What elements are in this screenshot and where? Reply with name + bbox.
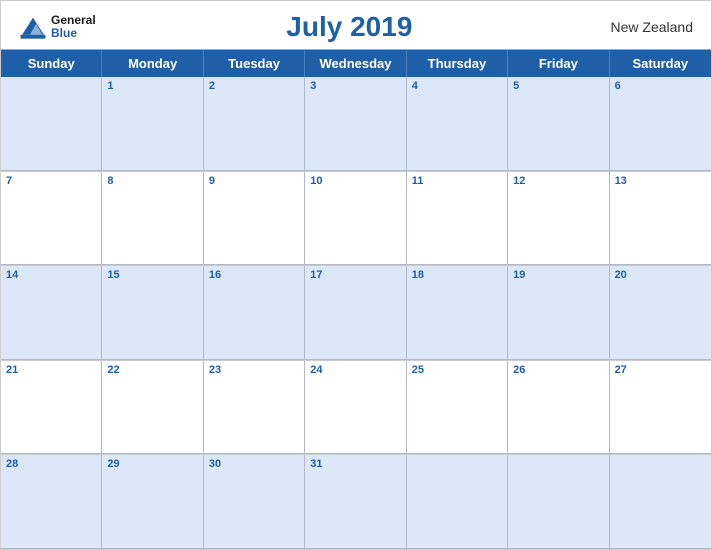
day-number: 4 (412, 80, 502, 92)
day-number: 30 (209, 458, 299, 470)
day-number: 11 (412, 175, 502, 187)
weeks-container: 1234567891011121314151617181920212223242… (1, 77, 711, 549)
day-number: 8 (107, 175, 197, 187)
calendar: General Blue July 2019 New Zealand Sunda… (0, 0, 712, 550)
day-cell: 9 (204, 172, 305, 266)
day-cell (1, 77, 102, 171)
day-cell: 16 (204, 266, 305, 360)
day-number: 28 (6, 458, 96, 470)
day-number: 21 (6, 364, 96, 376)
day-cell: 22 (102, 361, 203, 455)
day-cell: 1 (102, 77, 203, 171)
day-cell: 12 (508, 172, 609, 266)
day-cell: 15 (102, 266, 203, 360)
day-number: 26 (513, 364, 603, 376)
day-cell: 13 (610, 172, 711, 266)
day-cell: 19 (508, 266, 609, 360)
day-number: 3 (310, 80, 400, 92)
day-cell (508, 455, 609, 549)
day-number: 1 (107, 80, 197, 92)
day-cell: 24 (305, 361, 406, 455)
day-cell: 25 (407, 361, 508, 455)
day-headers-row: SundayMondayTuesdayWednesdayThursdayFrid… (1, 50, 711, 77)
week-row: 21 22 23 24 25 26 27 (1, 361, 711, 456)
week-row: 14 15 16 17 18 19 20 (1, 266, 711, 361)
logo-blue-text: Blue (51, 27, 96, 40)
day-cell: 6 (610, 77, 711, 171)
day-cell: 7 (1, 172, 102, 266)
week-row: 789 10 11 12 13 (1, 172, 711, 267)
day-number: 17 (310, 269, 400, 281)
day-number: 6 (615, 80, 706, 92)
day-cell: 18 (407, 266, 508, 360)
day-header-saturday: Saturday (610, 50, 711, 77)
day-number: 24 (310, 364, 400, 376)
day-number: 23 (209, 364, 299, 376)
day-cell: 28 (1, 455, 102, 549)
day-number: 29 (107, 458, 197, 470)
week-row: 28 29 30 31 (1, 455, 711, 549)
day-cell: 26 (508, 361, 609, 455)
day-number: 16 (209, 269, 299, 281)
day-number: 31 (310, 458, 400, 470)
day-cell: 11 (407, 172, 508, 266)
day-number: 2 (209, 80, 299, 92)
day-cell: 14 (1, 266, 102, 360)
day-cell: 2 (204, 77, 305, 171)
day-number: 15 (107, 269, 197, 281)
day-number: 14 (6, 269, 96, 281)
day-cell: 17 (305, 266, 406, 360)
day-cell: 30 (204, 455, 305, 549)
day-cell: 10 (305, 172, 406, 266)
calendar-header: General Blue July 2019 New Zealand (1, 1, 711, 49)
day-cell: 5 (508, 77, 609, 171)
country-label: New Zealand (603, 19, 693, 35)
day-number: 25 (412, 364, 502, 376)
day-number: 20 (615, 269, 706, 281)
day-cell: 29 (102, 455, 203, 549)
day-cell: 3 (305, 77, 406, 171)
day-cell: 8 (102, 172, 203, 266)
week-row: 123456 (1, 77, 711, 172)
generalblue-logo-icon (19, 13, 47, 41)
day-number: 9 (209, 175, 299, 187)
day-cell: 27 (610, 361, 711, 455)
day-cell: 23 (204, 361, 305, 455)
day-header-tuesday: Tuesday (204, 50, 305, 77)
day-number: 5 (513, 80, 603, 92)
month-title: July 2019 (96, 11, 603, 43)
day-cell (407, 455, 508, 549)
day-header-wednesday: Wednesday (305, 50, 406, 77)
day-header-sunday: Sunday (1, 50, 102, 77)
day-number: 10 (310, 175, 400, 187)
day-number: 13 (615, 175, 706, 187)
day-number: 22 (107, 364, 197, 376)
day-cell: 4 (407, 77, 508, 171)
day-number: 18 (412, 269, 502, 281)
day-cell (610, 455, 711, 549)
logo-text: General Blue (51, 14, 96, 40)
day-cell: 21 (1, 361, 102, 455)
day-number: 27 (615, 364, 706, 376)
day-header-monday: Monday (102, 50, 203, 77)
day-cell: 20 (610, 266, 711, 360)
day-header-thursday: Thursday (407, 50, 508, 77)
day-cell: 31 (305, 455, 406, 549)
day-number: 12 (513, 175, 603, 187)
calendar-grid: SundayMondayTuesdayWednesdayThursdayFrid… (1, 49, 711, 549)
day-number: 7 (6, 175, 96, 187)
day-header-friday: Friday (508, 50, 609, 77)
logo-area: General Blue (19, 13, 96, 41)
day-number: 19 (513, 269, 603, 281)
